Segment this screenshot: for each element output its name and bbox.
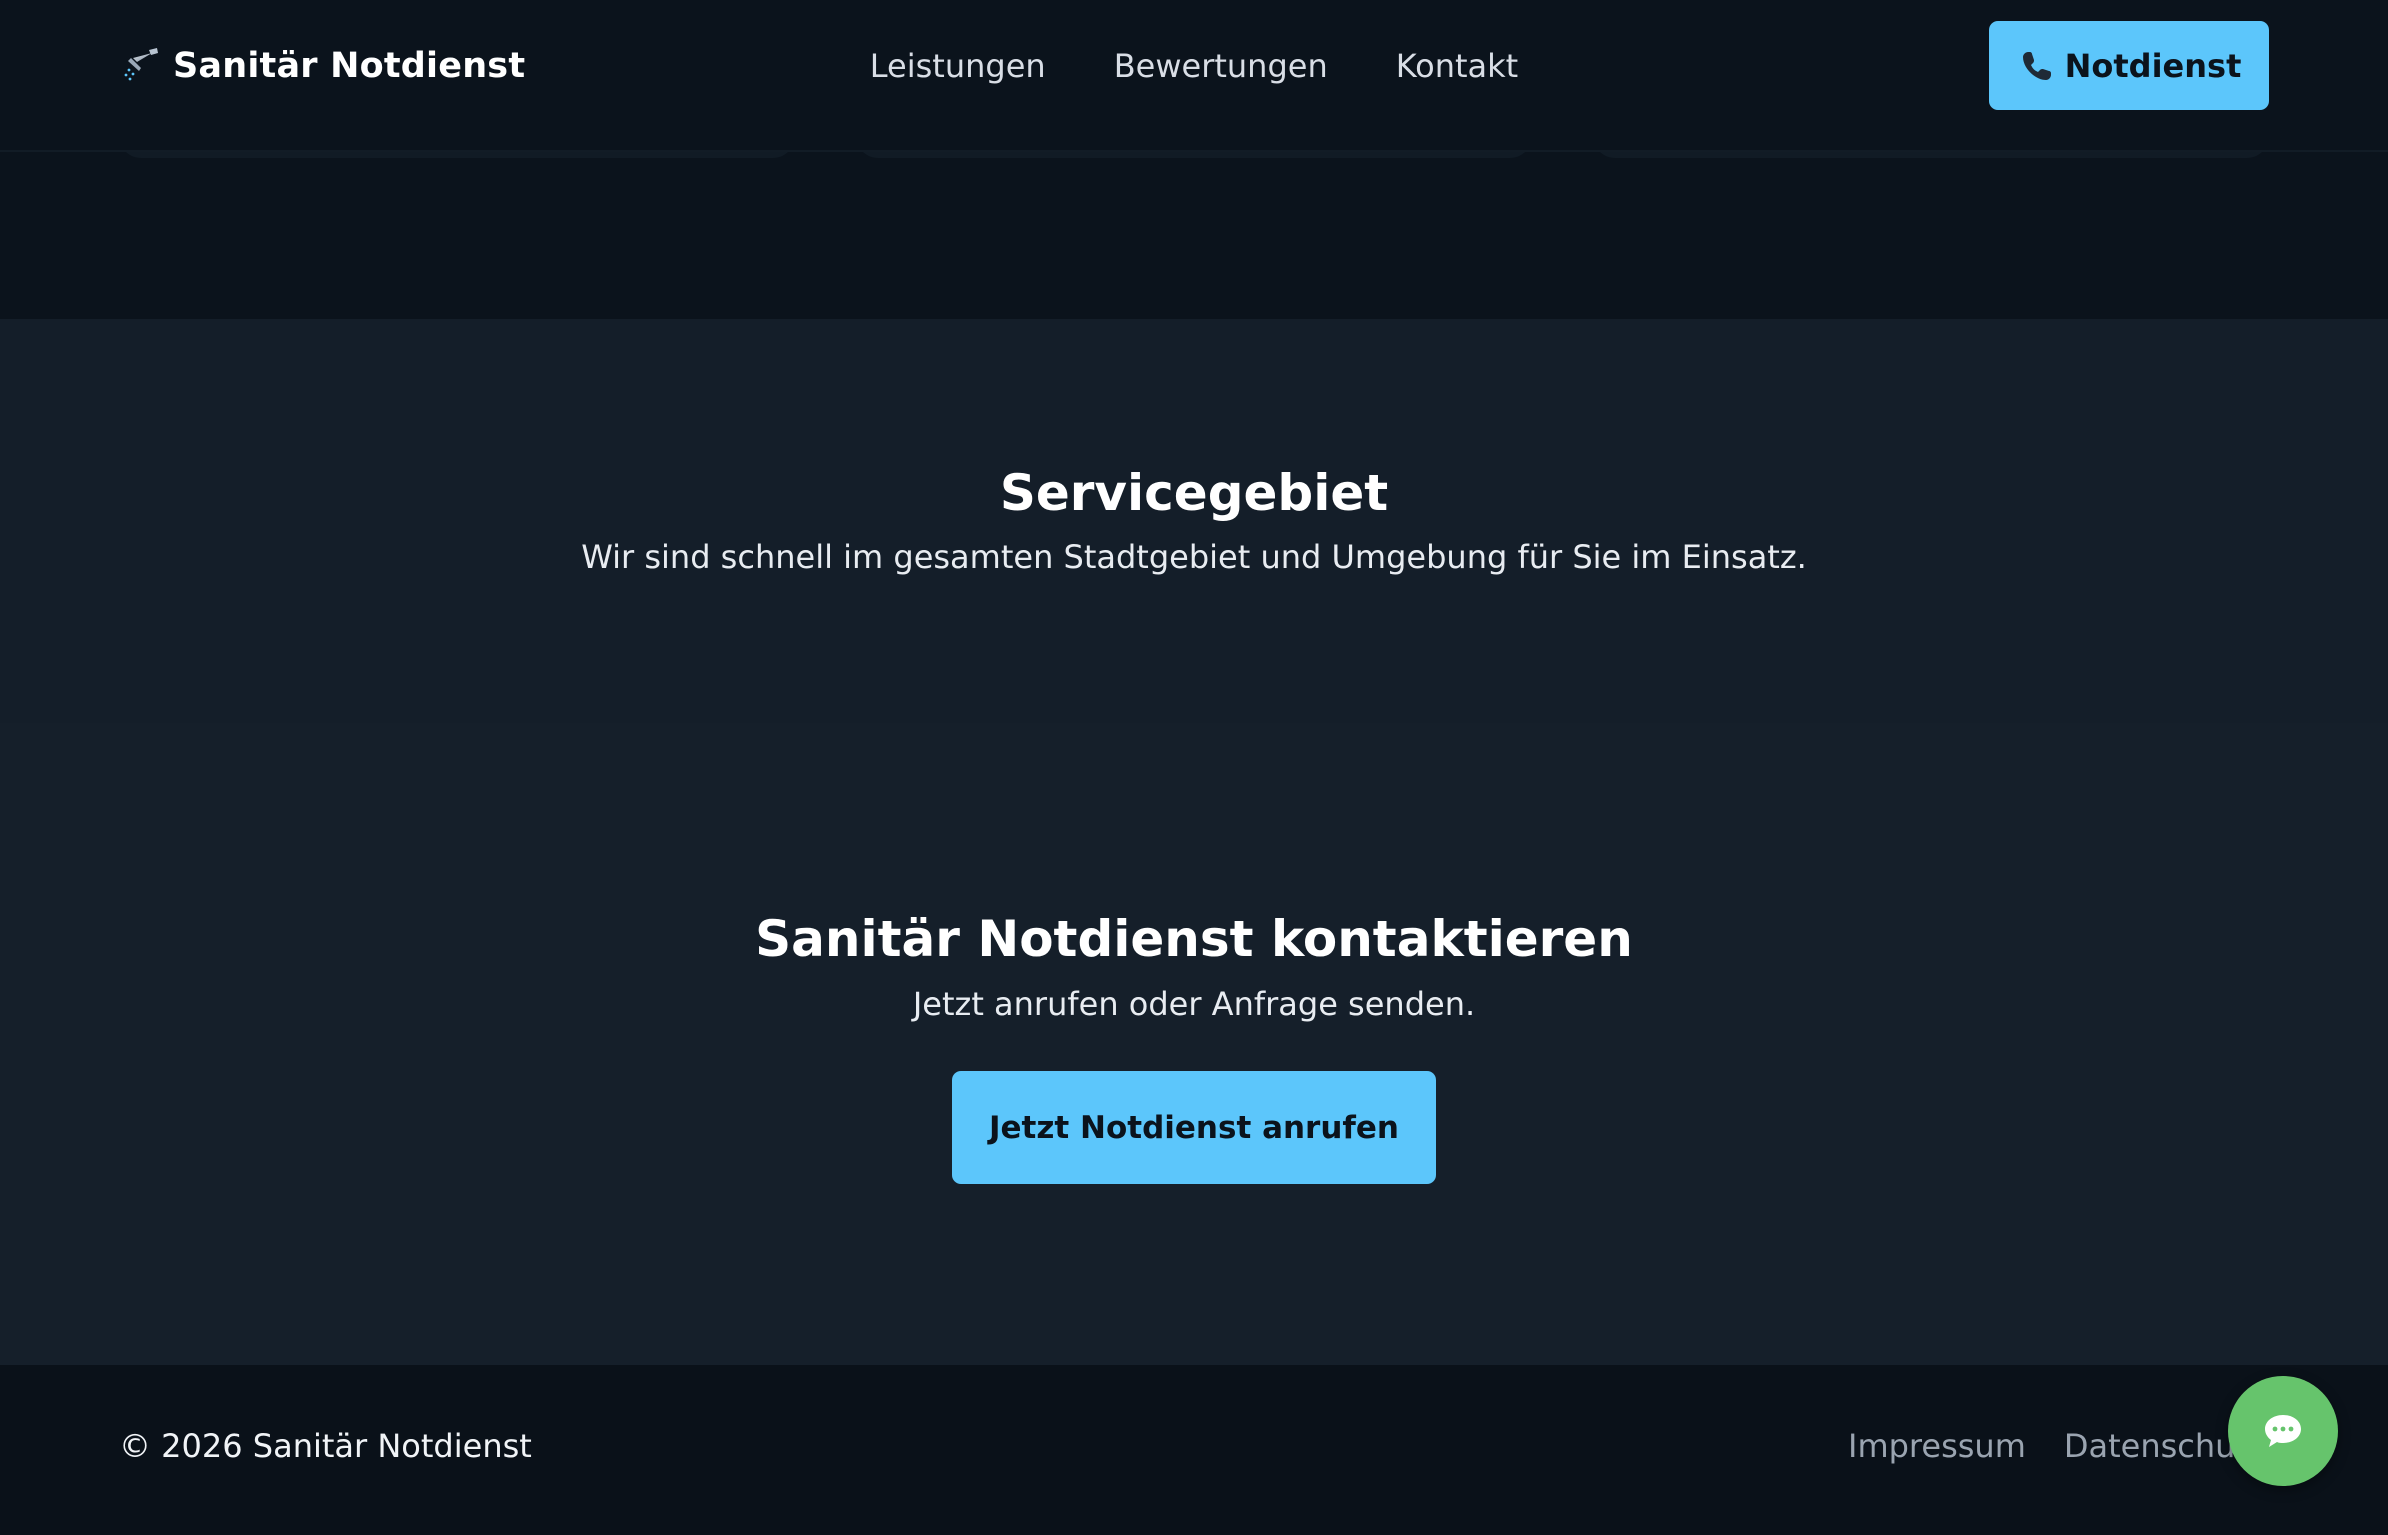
contact-subtitle: Jetzt anrufen oder Anfrage senden. <box>912 985 1476 1023</box>
brand-name: Sanitär Notdienst <box>173 46 526 86</box>
nav-link-services[interactable]: Leistungen <box>870 47 1046 85</box>
emergency-call-label: Notdienst <box>2064 46 2242 85</box>
service-area-subtitle: Wir sind schnell im gesamten Stadtgebiet… <box>581 538 1807 576</box>
footer-links: Impressum Datenschutz <box>1848 1427 2265 1465</box>
call-emergency-button[interactable]: Jetzt Notdienst anrufen <box>952 1071 1436 1184</box>
nav-link-reviews[interactable]: Bewertungen <box>1114 47 1328 85</box>
emergency-call-button[interactable]: Notdienst <box>1989 21 2269 110</box>
chat-bubble-icon <box>2265 1415 2301 1447</box>
service-area-section: Servicegebiet Wir sind schnell im gesamt… <box>0 319 2388 723</box>
footer-link-imprint[interactable]: Impressum <box>1848 1427 2026 1465</box>
contact-section: Sanitär Notdienst kontaktieren Jetzt anr… <box>0 723 2388 1365</box>
nav-link-contact[interactable]: Kontakt <box>1396 47 1518 85</box>
phone-icon <box>2022 51 2051 80</box>
site-header: Sanitär Notdienst Leistungen Bewertungen… <box>0 0 2388 152</box>
contact-title: Sanitär Notdienst kontaktieren <box>755 910 1633 968</box>
previous-section-bottom <box>0 152 2388 319</box>
site-footer: © 2026 Sanitär Notdienst Impressum Daten… <box>0 1365 2388 1535</box>
copyright-text: © 2026 Sanitär Notdienst <box>119 1427 532 1465</box>
brand-logo-link[interactable]: Sanitär Notdienst <box>119 44 525 88</box>
service-area-title: Servicegebiet <box>999 464 1389 522</box>
chat-button[interactable] <box>2228 1376 2338 1486</box>
shower-head-icon <box>124 48 158 81</box>
